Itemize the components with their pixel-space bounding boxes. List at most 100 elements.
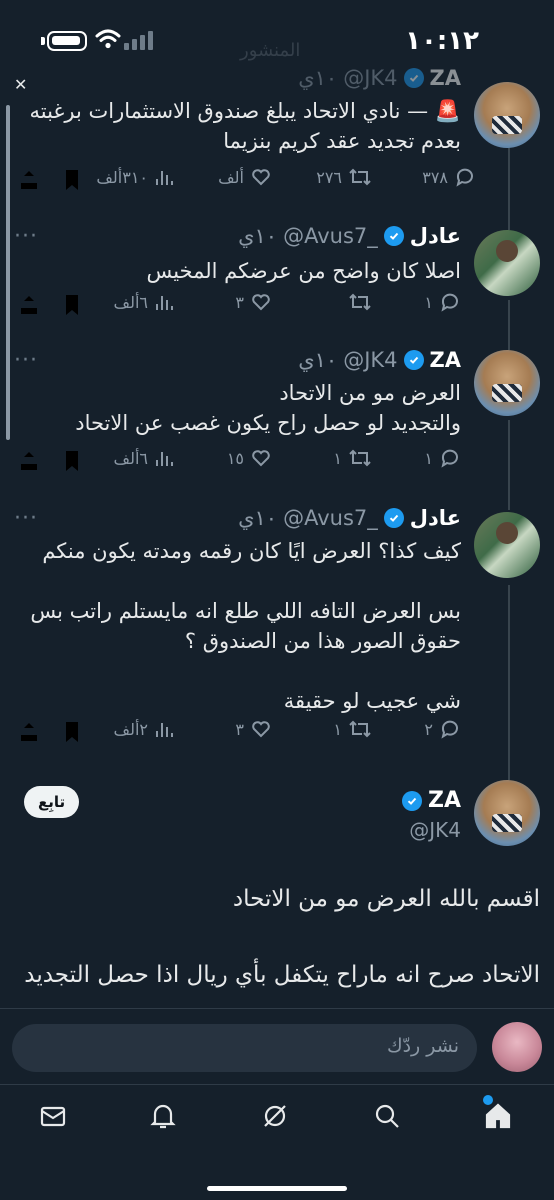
search-icon <box>375 1104 399 1128</box>
like-button[interactable]: ألف <box>218 166 272 188</box>
home-icon <box>485 1103 511 1129</box>
share-icon[interactable] <box>18 449 40 473</box>
timestamp: ١٠ي <box>238 224 278 248</box>
focused-handle[interactable]: @JK4 <box>409 818 461 842</box>
reply-icon <box>441 720 458 739</box>
bookmark-icon[interactable] <box>62 720 82 744</box>
like-button[interactable]: ١٥ <box>227 447 272 469</box>
avatar[interactable] <box>474 82 540 148</box>
views-button[interactable]: ٣١٠ألف <box>96 166 174 188</box>
battery-tip <box>41 37 45 45</box>
handle[interactable]: @Avus7_ <box>283 224 378 248</box>
display-name: ZA <box>428 788 461 813</box>
scrollbar[interactable] <box>6 105 10 440</box>
verified-badge-icon <box>402 790 423 811</box>
notification-dot <box>483 1095 493 1105</box>
retweet-button[interactable] <box>342 291 372 313</box>
views-icon <box>156 723 173 737</box>
home-indicator <box>207 1186 347 1191</box>
verified-badge-icon <box>403 68 424 88</box>
reply-button[interactable]: ٣٧٨ <box>422 166 476 188</box>
more-options-icon[interactable]: ··· <box>14 506 38 531</box>
more-options-icon[interactable]: ··· <box>14 348 38 373</box>
like-count: ٣ <box>235 292 244 312</box>
reply-icon <box>441 293 458 312</box>
retweet-count: ٢٧٦ <box>316 167 342 187</box>
reply-count: ٣٧٨ <box>422 167 448 187</box>
verified-badge-icon <box>383 226 404 246</box>
bell-icon <box>150 1104 176 1129</box>
tweet-actions: ٢ ١ ٣ ٢ألف <box>0 718 554 748</box>
retweet-count: ١ <box>333 719 342 739</box>
retweet-button[interactable]: ١ <box>333 447 372 469</box>
tweet-actions: ١ ٣ ٦ألف <box>0 291 554 321</box>
views-count: ٢ألف <box>113 719 148 739</box>
views-button[interactable]: ٢ألف <box>114 718 174 740</box>
focused-avatar[interactable] <box>474 780 540 846</box>
views-button[interactable]: ٦ألف <box>114 447 174 469</box>
views-button[interactable]: ٦ألف <box>114 291 174 313</box>
like-button[interactable]: ٣ <box>235 718 272 740</box>
avatar[interactable] <box>474 350 540 416</box>
tweet-header: عادل @Avus7_ ١٠ي <box>238 224 461 248</box>
focused-tweet-text: اقسم بالله العرض مو من الاتحاد الاتحاد ص… <box>24 886 540 988</box>
verified-badge-icon <box>403 350 424 370</box>
heart-icon <box>252 721 270 738</box>
views-icon <box>156 452 173 466</box>
like-count: ألف <box>218 167 244 187</box>
reply-input[interactable]: نشر ردّك <box>12 1024 477 1072</box>
cellular-signal-icon <box>124 31 153 50</box>
tab-grok[interactable] <box>258 1099 292 1133</box>
timestamp: ١٠ي <box>298 348 338 372</box>
display-name[interactable]: ZA <box>430 348 461 372</box>
reply-button[interactable]: ١ <box>424 447 461 469</box>
tab-notifications[interactable] <box>146 1099 180 1133</box>
share-icon[interactable] <box>18 293 40 317</box>
reply-button[interactable]: ٢ <box>424 718 461 740</box>
handle[interactable]: @JK4 <box>343 66 397 90</box>
retweet-icon <box>349 168 371 186</box>
handle[interactable]: @Avus7_ <box>283 506 378 530</box>
reply-button[interactable]: ١ <box>424 291 461 313</box>
avatar[interactable] <box>474 512 540 578</box>
retweet-button[interactable]: ٢٧٦ <box>316 166 372 188</box>
retweet-button[interactable]: ١ <box>333 718 372 740</box>
follow-button[interactable]: تابِع <box>24 786 80 818</box>
tweet-header: عادل @Avus7_ ١٠ي <box>238 506 461 530</box>
grok-icon <box>264 1105 286 1127</box>
display-name[interactable]: ZA <box>430 66 461 90</box>
display-name[interactable]: عادل <box>410 506 461 530</box>
user-avatar[interactable] <box>492 1022 542 1072</box>
more-options-icon[interactable]: ··· <box>14 224 38 249</box>
status-time: ١٠:١٢ <box>405 26 479 56</box>
close-icon[interactable]: ✕ <box>14 75 27 94</box>
avatar[interactable] <box>474 230 540 296</box>
retweet-icon <box>349 449 371 467</box>
share-icon[interactable] <box>18 168 40 192</box>
tweet-text: 🚨 — نادي الاتحاد يبلغ صندوق الاستثمارات … <box>29 99 461 153</box>
tweet-actions: ٣٧٨ ٢٧٦ ألف ٣١٠ألف <box>0 166 554 196</box>
tweet-header: ZA @JK4 ١٠ي <box>298 66 461 90</box>
bookmark-icon[interactable] <box>62 449 82 473</box>
views-count: ٦ألف <box>113 292 148 312</box>
heart-icon <box>252 294 270 311</box>
share-icon[interactable] <box>18 720 40 744</box>
bookmark-icon[interactable] <box>62 293 82 317</box>
tweet-text: كيف كذا؟ العرض ايًا كان رقمه ومدته يكون … <box>30 539 461 713</box>
battery-icon <box>47 31 87 51</box>
tweet-text: اصلا كان واضح من عرضكم المخيس <box>146 259 461 283</box>
views-count: ٦ألف <box>113 448 148 468</box>
focused-display-name[interactable]: ZA <box>402 788 461 813</box>
reply-icon <box>456 168 473 187</box>
handle[interactable]: @JK4 <box>343 348 397 372</box>
like-button[interactable]: ٣ <box>235 291 272 313</box>
reply-icon <box>441 449 458 468</box>
bookmark-icon[interactable] <box>62 168 82 192</box>
tab-messages[interactable] <box>36 1099 70 1133</box>
heart-icon <box>252 169 270 186</box>
display-name[interactable]: عادل <box>410 224 461 248</box>
heart-icon <box>252 450 270 467</box>
tab-search[interactable] <box>370 1099 404 1133</box>
like-count: ١٥ <box>226 448 244 468</box>
tweet-text: العرض مو من الاتحاد والتجديد لو حصل راح … <box>75 381 461 435</box>
